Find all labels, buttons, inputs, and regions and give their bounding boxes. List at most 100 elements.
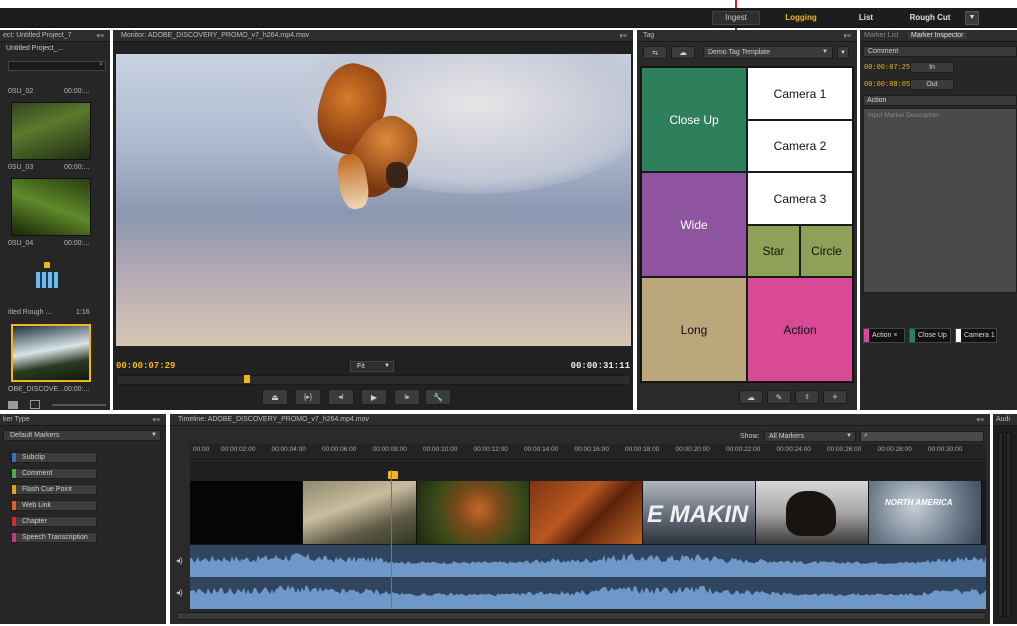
time-ruler-tick: 00:00:12:00 xyxy=(473,446,508,453)
tag-tile-long[interactable]: Long xyxy=(642,278,746,381)
list-view-icon[interactable] xyxy=(8,401,18,409)
tab-marker-list[interactable]: Marker List xyxy=(864,32,899,39)
timeline-clip-cracked-earth[interactable] xyxy=(530,481,643,544)
marker-preset-dropdown[interactable]: Default Markers ▼ xyxy=(3,430,161,441)
tag-tile-wide[interactable]: Wide xyxy=(642,173,746,276)
settings-wrench-icon[interactable]: 🔧 xyxy=(425,389,451,405)
timeline-clip-black[interactable] xyxy=(190,481,303,544)
marker-track[interactable] xyxy=(190,461,986,481)
marker-type-speech-transcription[interactable]: Speech Transcription xyxy=(11,532,97,543)
waveform-shape xyxy=(190,584,986,609)
marker-type-comment[interactable]: Comment xyxy=(11,468,97,479)
set-out-button[interactable]: Out xyxy=(910,79,954,90)
project-search-input[interactable]: ⌕ xyxy=(8,61,106,71)
step-forward-button[interactable]: I▸ xyxy=(394,389,420,405)
marker-out-time[interactable]: 00:00:08:05 xyxy=(864,81,910,89)
timeline-search-input[interactable]: ⌕ xyxy=(860,431,984,442)
tab-marker-inspector[interactable]: Marker Inspector xyxy=(908,32,967,39)
project-panel: ect: Untitled Project_7 ▾≡ Untitled Proj… xyxy=(0,30,110,410)
tag-import-button[interactable]: ⇆ xyxy=(643,46,667,59)
set-in-button[interactable]: In xyxy=(910,62,954,73)
marker-tag-chip[interactable]: Camera 1 xyxy=(955,328,997,343)
timeline-clip-rhino[interactable] xyxy=(303,481,417,544)
workspace-tab-rough-cut[interactable]: Rough Cut xyxy=(900,13,960,22)
marker-name-field[interactable]: Action xyxy=(863,95,1017,106)
workspace-tab-logging[interactable]: Logging xyxy=(776,13,826,22)
tag-edit-pencil-icon[interactable]: ✎ xyxy=(767,390,791,404)
workspace-tab-list[interactable]: List xyxy=(848,13,884,22)
timeline-clip-north-america[interactable]: NORTH AMERICA xyxy=(869,481,982,544)
audio-mute-icon[interactable]: ◂) xyxy=(176,588,183,597)
marker-in-time[interactable]: 00:00:07:25 xyxy=(864,64,910,72)
marker-description-field[interactable]: Input Marker Description xyxy=(863,108,1017,293)
audio-mute-icon[interactable]: ◂) xyxy=(176,556,183,565)
clip-label: 0SU_02 xyxy=(8,88,34,95)
audio-waveform-2 xyxy=(190,584,986,609)
timeline-clip-horse[interactable] xyxy=(756,481,869,544)
tag-export-icon[interactable]: ⇪ xyxy=(795,390,819,404)
tag-tile-camera-3[interactable]: Camera 3 xyxy=(748,173,852,224)
marker-tag-chip[interactable]: Action × xyxy=(863,328,905,343)
clip-thumbnail[interactable] xyxy=(11,102,91,160)
marker-type-subclip[interactable]: Subclip xyxy=(11,452,97,463)
audio-meter xyxy=(1006,432,1011,617)
timeline-playhead[interactable] xyxy=(391,470,392,608)
panel-menu-icon[interactable]: ▾≡ xyxy=(976,416,984,424)
tag-tile-circle[interactable]: Circle xyxy=(801,226,852,276)
timeline-marker[interactable] xyxy=(388,471,398,479)
workspace-tab-ingest[interactable]: Ingest xyxy=(712,11,760,25)
project-panel-tab[interactable]: ect: Untitled Project_7 ▾≡ xyxy=(0,30,110,42)
marker-tag-chip[interactable]: Close Up xyxy=(909,328,951,343)
tag-cloud-button[interactable]: ☁ xyxy=(671,46,695,59)
time-ruler-tick: 00:00:26:00 xyxy=(827,446,862,453)
icon-view-icon[interactable] xyxy=(30,400,40,409)
clip-thumbnail-selected[interactable] xyxy=(11,324,91,382)
sequence-icon[interactable] xyxy=(34,262,60,300)
tag-template-dropdown[interactable]: Demo Tag Template ▼ xyxy=(703,46,833,59)
panel-menu-icon[interactable]: ▾≡ xyxy=(96,32,104,40)
timeline-clip-title[interactable]: E MAKIN xyxy=(643,481,756,544)
play-button[interactable]: ▶ xyxy=(361,389,387,405)
in-out-button[interactable]: {▸} xyxy=(295,389,321,405)
tag-tile-close-up[interactable]: Close Up xyxy=(642,68,746,171)
waveform-shape xyxy=(190,553,986,577)
time-ruler-tick: 00:00:06:00 xyxy=(322,446,357,453)
time-ruler-tick: 00:00:28:00 xyxy=(877,446,912,453)
current-timecode[interactable]: 00:00:07:29 xyxy=(116,361,175,371)
marker-type-flash-cue-point[interactable]: Flash Cue Point xyxy=(11,484,97,495)
tag-tile-action[interactable]: Action xyxy=(748,278,852,381)
marker-type-dropdown[interactable]: Comment xyxy=(863,46,1017,57)
clip-thumbnail[interactable] xyxy=(11,178,91,236)
playhead-marker[interactable] xyxy=(244,375,251,383)
marker-type-panel-tab[interactable]: ker Type ▾≡ xyxy=(0,414,166,426)
tag-tile-camera-1[interactable]: Camera 1 xyxy=(748,68,852,119)
timeline-clip-bird[interactable] xyxy=(417,481,530,544)
workspace-menu-button[interactable]: ▼ xyxy=(965,11,979,25)
show-markers-dropdown[interactable]: All Markers ▼ xyxy=(764,431,856,442)
tag-panel: Tag ▾≡ ⇆ ☁ Demo Tag Template ▼ ▼ Close Up… xyxy=(637,30,857,410)
monitor-scrubber[interactable] xyxy=(116,375,631,385)
zoom-slider[interactable] xyxy=(52,404,106,406)
marker-type-panel: ker Type ▾≡ Default Markers ▼ Subclip Com… xyxy=(0,414,166,624)
tag-tile-star[interactable]: Star xyxy=(748,226,799,276)
add-marker-button[interactable]: ⏏ xyxy=(262,389,288,405)
tag-add-button[interactable]: + xyxy=(823,390,847,404)
clip-label: 0SU_03 xyxy=(8,164,34,171)
tag-upload-cloud-icon[interactable]: ☁ xyxy=(739,390,763,404)
timeline-panel-tab[interactable]: Timeline: ADOBE_DISCOVERY_PROMO_v7_h264.… xyxy=(170,414,990,426)
tag-panel-tab[interactable]: Tag ▾≡ xyxy=(637,30,857,42)
video-frame[interactable] xyxy=(116,54,631,346)
marker-type-web-link[interactable]: Web Link xyxy=(11,500,97,511)
step-back-button[interactable]: ◂I xyxy=(328,389,354,405)
timeline-scrollbar[interactable] xyxy=(176,612,986,620)
marker-type-chapter[interactable]: Chapter xyxy=(11,516,97,527)
time-ruler-tick: 00:00:30:00 xyxy=(928,446,963,453)
panel-menu-icon[interactable]: ▾≡ xyxy=(152,416,160,424)
panel-menu-icon[interactable]: ▾≡ xyxy=(843,32,851,40)
zoom-dropdown[interactable]: Fit ▼ xyxy=(350,361,394,372)
tag-tile-camera-2[interactable]: Camera 2 xyxy=(748,121,852,171)
tag-template-menu-button[interactable]: ▼ xyxy=(837,46,849,59)
panel-menu-icon[interactable]: ▾≡ xyxy=(619,32,627,40)
audio-panel-tab[interactable]: Audi xyxy=(993,414,1017,426)
monitor-panel-tab[interactable]: Monitor: ADOBE_DISCOVERY_PROMO_v7_h264.m… xyxy=(113,30,633,42)
